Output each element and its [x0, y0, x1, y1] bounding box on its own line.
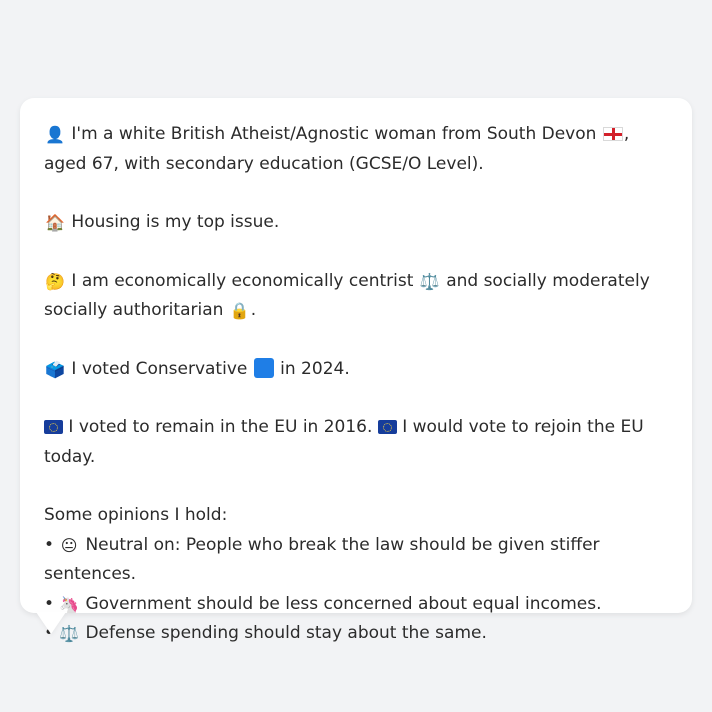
bullet: •	[44, 534, 55, 555]
eu-flag-icon	[377, 420, 397, 434]
housing-statement: 🏠 Housing is my top issue.	[44, 208, 672, 238]
profile-intro-text: I'm a white British Atheist/Agnostic wom…	[71, 124, 597, 144]
profile-intro: 👤 I'm a white British Atheist/Agnostic w…	[44, 120, 672, 179]
house-icon: 🏠	[45, 213, 65, 232]
opinions-list: Some opinions I hold: • 😐 Neutral on: Peo…	[44, 501, 672, 649]
vote-text-post: in 2024.	[280, 358, 350, 379]
opinion-text: Neutral on: People who break the law sho…	[44, 534, 600, 585]
economics-statement: 🤔 I am economically economically centris…	[44, 267, 672, 326]
vote-text-pre: I voted Conservative	[71, 358, 248, 379]
opinion-text: Defense spending should stay about the s…	[85, 623, 487, 643]
unicorn-icon: 🦄	[59, 594, 79, 614]
bubble-tail	[36, 612, 66, 634]
economics-text-post: .	[250, 300, 257, 320]
thinking-face-icon: 🤔	[45, 271, 65, 291]
lock-icon: 🔒	[229, 301, 250, 320]
balance-scale-icon: ⚖️	[419, 271, 440, 291]
ballot-box-icon: 🗳️	[45, 359, 65, 379]
eu-text-1: I voted to remain in the EU in 2016.	[68, 417, 373, 437]
opinion-text: Government should be less concerned abou…	[85, 593, 602, 614]
eu-statement: I voted to remain in the EU in 2016. I w…	[44, 413, 672, 472]
opinion-item: • ⚖️ Defense spending should stay about t…	[44, 619, 672, 649]
message-bubble: 👤 I'm a white British Atheist/Agnostic w…	[20, 98, 692, 643]
opinions-title: Some opinions I hold:	[44, 505, 228, 525]
vote-statement: 🗳️ I voted Conservative in 2024.	[44, 355, 672, 385]
housing-text: Housing is my top issue.	[71, 212, 280, 232]
bullet: •	[44, 593, 55, 614]
neutral-face-icon: 😐	[60, 535, 78, 555]
economics-text-pre: I am economically economically centrist	[71, 270, 414, 291]
england-flag-icon	[602, 127, 623, 141]
person-silhouette-icon: 👤	[45, 125, 65, 144]
blue-square-icon	[253, 357, 274, 378]
eu-flag-icon	[44, 420, 63, 434]
opinion-item: • 😐 Neutral on: People who break the law …	[44, 531, 672, 590]
opinion-item: • 🦄 Government should be less concerned a…	[44, 590, 672, 620]
